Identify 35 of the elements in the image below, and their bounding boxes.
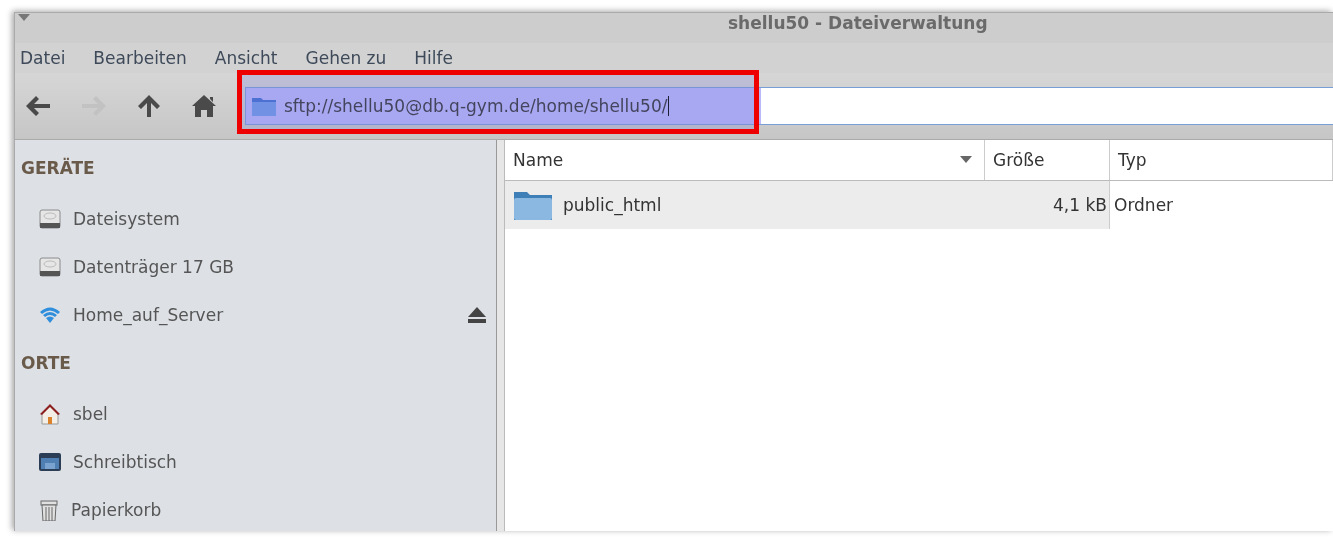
sidebar-item[interactable]: Schreibtisch	[73, 452, 486, 472]
table-cell: 4,1 kB	[985, 181, 1110, 229]
menu-item[interactable]: Ansicht	[214, 48, 278, 68]
hard-drive-icon	[39, 208, 61, 230]
sidebar-item[interactable]: Papierkorb	[71, 500, 486, 520]
column-header[interactable]: Name	[505, 140, 985, 180]
window-menu-icon[interactable]	[18, 14, 30, 22]
location-field[interactable]: sftp://shellu50@db.q-gym.de/home/shellu50/	[245, 87, 1333, 125]
sort-caret-icon	[960, 156, 972, 164]
folder-icon	[252, 96, 276, 116]
menu-item[interactable]: Hilfe	[414, 48, 453, 68]
wifi-icon	[39, 306, 61, 324]
column-header[interactable]: Größe	[985, 140, 1110, 180]
desktop-icon	[39, 452, 61, 472]
menu-item[interactable]: Bearbeiten	[93, 48, 187, 68]
back-arrow-icon[interactable]	[25, 95, 51, 117]
section-heading: GERÄTE	[21, 158, 96, 178]
section-heading: ORTE	[21, 353, 72, 373]
eject-icon[interactable]	[468, 307, 486, 323]
trash-icon	[39, 499, 59, 521]
folder-icon	[513, 189, 553, 221]
house-icon	[39, 403, 61, 425]
hard-drive-icon	[39, 256, 61, 278]
menu-item[interactable]: Gehen zu	[305, 48, 387, 68]
menu-item[interactable]: Datei	[20, 48, 66, 68]
column-header[interactable]: Typ	[1110, 140, 1333, 180]
sidebar-item[interactable]: Dateisystem	[73, 209, 486, 229]
sidebar-item[interactable]: Home_auf_Server	[73, 305, 456, 325]
window-title: shellu50 - Dateiverwaltung	[728, 13, 988, 33]
up-arrow-icon[interactable]	[137, 94, 161, 118]
table-cell[interactable]: public_html	[505, 181, 985, 229]
home-icon[interactable]	[191, 94, 217, 118]
table-cell-text: Ordner	[1113, 194, 1175, 217]
sidebar-item[interactable]: sbel	[73, 404, 486, 424]
sidebar-item[interactable]: Datenträger 17 GB	[73, 257, 486, 277]
